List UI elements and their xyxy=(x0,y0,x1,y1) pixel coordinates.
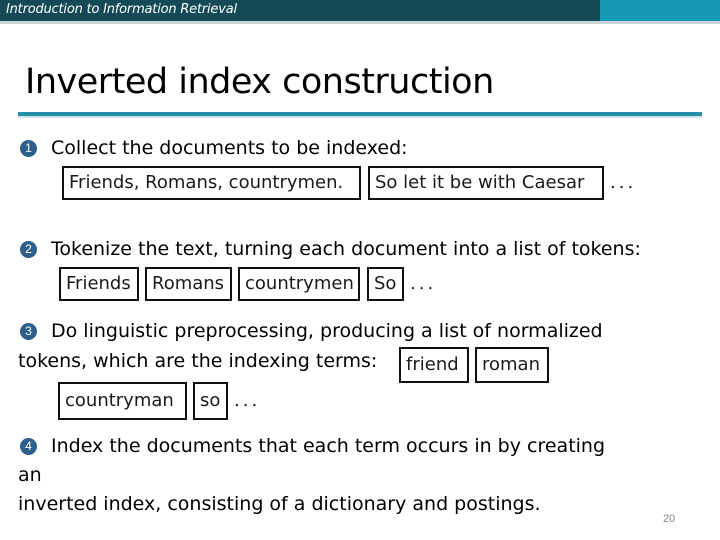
document-box: Friends, Romans, countrymen. xyxy=(62,166,361,200)
title-underline-shadow xyxy=(18,116,702,118)
step-text-line-1: Index the documents that each term occur… xyxy=(51,435,606,457)
header-accent-bar xyxy=(600,0,720,21)
step-text: Tokenize the text, turning each document… xyxy=(51,238,641,260)
ellipsis: ... xyxy=(410,273,437,294)
token-box: Friends xyxy=(59,267,139,301)
step-3: 3 Do linguistic preprocessing, producing … xyxy=(20,317,603,345)
document-box: So let it be with Caesar xyxy=(368,166,604,200)
token-box: So xyxy=(367,267,404,301)
ellipsis: ... xyxy=(610,172,637,193)
step-number-badge: 2 xyxy=(20,241,37,258)
step-text: Collect the documents to be indexed: xyxy=(51,137,408,159)
term-box: friend xyxy=(399,347,469,383)
header-shadow xyxy=(0,21,720,24)
ellipsis: ... xyxy=(234,390,261,411)
step-4-line-3: inverted index, consisting of a dictiona… xyxy=(18,493,541,515)
term-box: so xyxy=(193,382,228,420)
token-box: countrymen xyxy=(238,267,360,301)
step-4-line-2: an xyxy=(18,464,42,486)
term-box: roman xyxy=(475,347,549,383)
step-number-badge: 1 xyxy=(20,140,37,157)
step-2: 2 Tokenize the text, turning each documen… xyxy=(20,235,641,263)
token-box: Romans xyxy=(145,267,232,301)
step-number-badge: 3 xyxy=(20,323,37,340)
step-1: 1 Collect the documents to be indexed: xyxy=(20,134,408,162)
course-title: Introduction to Information Retrieval xyxy=(6,2,237,17)
page-number: 20 xyxy=(663,513,676,525)
step-text-line-1: Do linguistic preprocessing, producing a… xyxy=(51,320,603,342)
step-3-continuation: tokens, which are the indexing terms: xyxy=(18,350,378,372)
term-box: countryman xyxy=(58,382,187,420)
step-number-badge: 4 xyxy=(20,438,37,455)
step-4: 4 Index the documents that each term occu… xyxy=(20,432,605,460)
slide-title: Inverted index construction xyxy=(25,62,494,102)
